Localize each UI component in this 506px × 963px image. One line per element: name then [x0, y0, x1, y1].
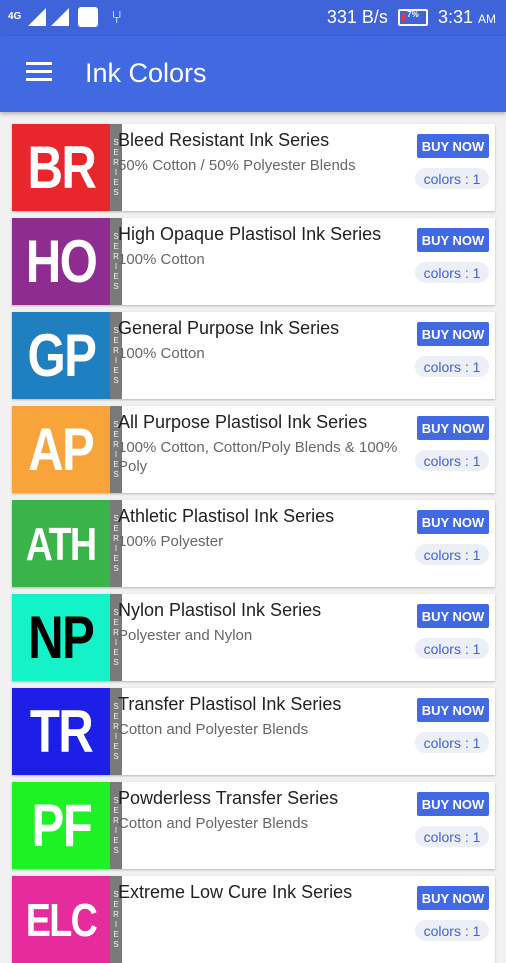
series-abbreviation: BR [27, 134, 96, 201]
series-title: All Purpose Plastisol Ink Series [118, 412, 368, 432]
series-subtitle: 100% Cotton, Cotton/Poly Blends & 100% P… [118, 439, 398, 475]
ink-series-card[interactable]: PF S E R I E S Powderless Transfer Series Cotton… [12, 782, 495, 869]
clock-time: 3:31 [437, 7, 473, 27]
buy-now-button[interactable]: BUY NOW [417, 134, 489, 158]
series-abbreviation: GP [27, 322, 96, 389]
ink-series-card[interactable]: HO S E R I E S High Opaque Plastisol Ink Series… [12, 218, 495, 305]
series-abbreviation: TR [29, 698, 94, 765]
colors-count-badge[interactable]: colors : 1 [415, 920, 489, 941]
series-letter: S [113, 187, 119, 197]
series-badge: TR [12, 688, 110, 775]
series-subtitle: Cotton and Polyester Blends [118, 721, 309, 738]
buy-now-button[interactable]: BUY NOW [417, 698, 489, 722]
colors-count-badge[interactable]: colors : 1 [415, 732, 489, 753]
series-subtitle: 100% Polyester [118, 533, 224, 550]
buy-now-button[interactable]: BUY NOW [417, 322, 489, 346]
series-badge: HO [12, 218, 110, 305]
colors-count-badge[interactable]: colors : 1 [415, 638, 489, 659]
series-letter: E [113, 929, 119, 939]
battery-level: 7% [407, 10, 419, 19]
buy-now-button[interactable]: BUY NOW [417, 604, 489, 628]
series-title: Athletic Plastisol Ink Series [118, 506, 335, 526]
series-badge: AP [12, 406, 110, 493]
colors-count-badge[interactable]: colors : 1 [415, 168, 489, 189]
series-abbreviation: NP [28, 604, 95, 671]
series-letter: E [113, 365, 119, 375]
signal-icon [28, 8, 47, 26]
notification-icon [78, 7, 99, 27]
series-title: Bleed Resistant Ink Series [118, 130, 330, 150]
battery-icon: 7% [397, 9, 428, 26]
status-bar: 4G ⑂ 331 B/s 7% 3:31 AM [0, 0, 506, 36]
app-bar: Ink Colors [0, 36, 506, 112]
series-letter: S [113, 281, 119, 291]
series-letter: E [113, 177, 119, 187]
ink-series-card[interactable]: AP S E R I E S All Purpose Plastisol Ink Series… [12, 406, 495, 493]
buy-now-button[interactable]: BUY NOW [417, 792, 489, 816]
series-badge: BR [12, 124, 110, 211]
series-letter: S [113, 751, 119, 761]
series-letter: S [113, 939, 119, 949]
series-abbreviation: AP [28, 416, 95, 483]
series-letter: R [113, 909, 119, 919]
series-letter: E [113, 271, 119, 281]
series-subtitle: 50% Cotton / 50% Polyester Blends [118, 157, 356, 174]
buy-now-button[interactable]: BUY NOW [417, 510, 489, 534]
series-abbreviation: ELC [25, 893, 98, 946]
series-title: Nylon Plastisol Ink Series [118, 600, 322, 620]
ink-series-card[interactable]: ELC S E R I E S Extreme Low Cure Ink Series BUY … [12, 876, 495, 963]
buy-now-button[interactable]: BUY NOW [417, 886, 489, 910]
series-abbreviation: ATH [26, 517, 97, 570]
colors-count-badge[interactable]: colors : 1 [415, 544, 489, 565]
series-subtitle: 100% Cotton [118, 345, 205, 362]
series-letter: E [113, 647, 119, 657]
signal-icon [51, 8, 70, 26]
series-letter: S [113, 375, 119, 385]
clock: 3:31 AM [438, 7, 496, 28]
series-letter: S [113, 563, 119, 573]
series-subtitle: Polyester and Nylon [118, 627, 253, 644]
colors-count-badge[interactable]: colors : 1 [415, 356, 489, 377]
ink-series-card[interactable]: NP S E R I E S Nylon Plastisol Ink Series Polyes… [12, 594, 495, 681]
series-badge: PF [12, 782, 110, 869]
series-title: Transfer Plastisol Ink Series [118, 694, 342, 714]
buy-now-button[interactable]: BUY NOW [417, 416, 489, 440]
status-right: 331 B/s 7% 3:31 AM [327, 7, 496, 28]
series-abbreviation: HO [25, 228, 98, 295]
buy-now-button[interactable]: BUY NOW [417, 228, 489, 252]
ink-series-card[interactable]: GP S E R I E S General Purpose Ink Series 100% C… [12, 312, 495, 399]
colors-count-badge[interactable]: colors : 1 [415, 826, 489, 847]
clock-ampm: AM [478, 12, 496, 26]
series-abbreviation: PF [31, 792, 92, 859]
series-badge: NP [12, 594, 110, 681]
series-letter: E [113, 741, 119, 751]
series-title: General Purpose Ink Series [118, 318, 340, 338]
ink-series-card[interactable]: TR S E R I E S Transfer Plastisol Ink Series Cot… [12, 688, 495, 775]
series-title: Powderless Transfer Series [118, 788, 339, 808]
series-letter: I [114, 919, 118, 929]
network-type: 4G [8, 11, 22, 22]
series-badge: ELC [12, 876, 110, 963]
colors-count-badge[interactable]: colors : 1 [415, 262, 489, 283]
colors-count-badge[interactable]: colors : 1 [415, 450, 489, 471]
usb-icon: ⑂ [111, 7, 123, 27]
status-left: 4G ⑂ [8, 7, 122, 27]
network-speed: 331 B/s [326, 7, 388, 27]
page-title: Ink Colors [85, 58, 207, 88]
ink-series-card[interactable]: ATH S E R I E S Athletic Plastisol Ink Series 10… [12, 500, 495, 587]
series-badge: ATH [12, 500, 110, 587]
series-letter: E [113, 553, 119, 563]
series-letter: S [113, 845, 119, 855]
series-letter: S [113, 657, 119, 667]
series-subtitle: 100% Cotton [118, 251, 205, 268]
hamburger-icon[interactable] [26, 62, 52, 82]
series-subtitle: Cotton and Polyester Blends [118, 815, 309, 832]
series-letter: E [113, 835, 119, 845]
series-badge: GP [12, 312, 110, 399]
ink-series-card[interactable]: BR S E R I E S Bleed Resistant Ink Series 50% Co… [12, 124, 495, 211]
series-title: High Opaque Plastisol Ink Series [118, 224, 382, 244]
